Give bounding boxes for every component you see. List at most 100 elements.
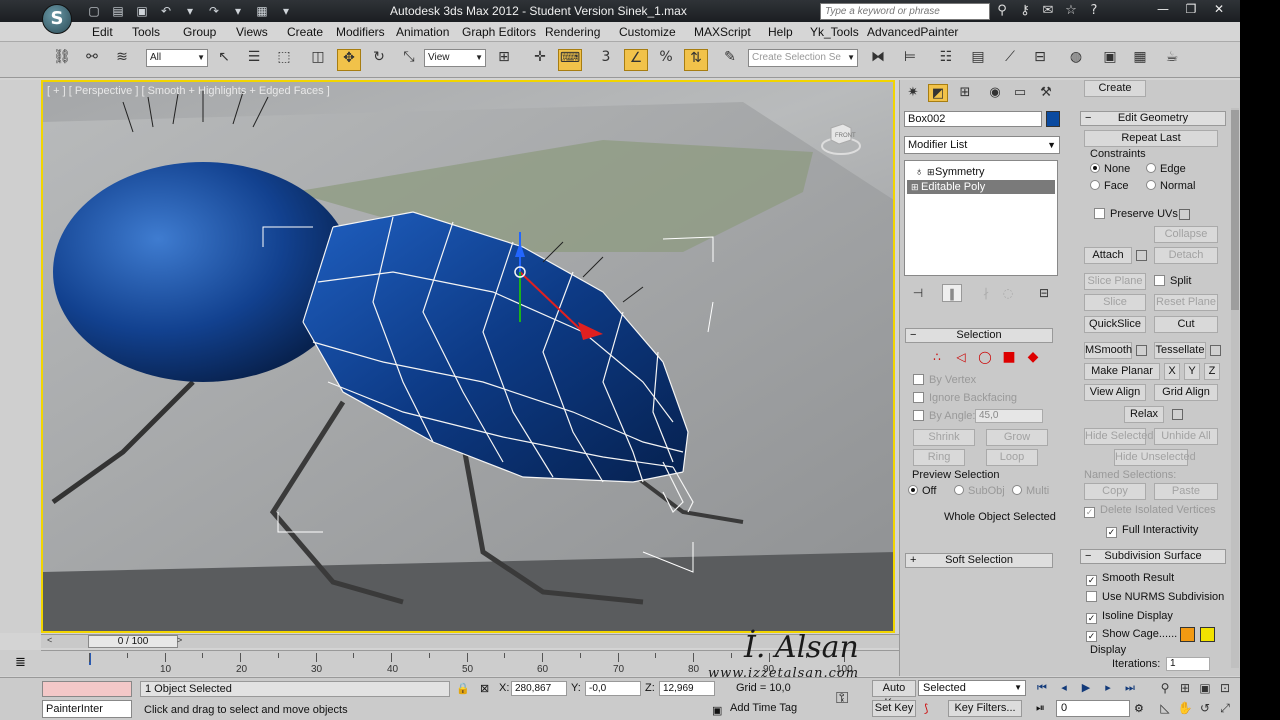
search-input[interactable]: Type a keyword or phrase <box>820 3 990 20</box>
msmooth-settings-icon[interactable] <box>1136 345 1147 356</box>
relax-settings-icon[interactable] <box>1172 409 1183 420</box>
orbit-icon[interactable]: ↺ <box>1196 699 1214 717</box>
next-frame-arrow-icon[interactable]: > <box>177 635 182 645</box>
shrink-button[interactable]: Shrink <box>913 429 975 446</box>
play-icon[interactable]: ▶ <box>1076 679 1096 696</box>
zoom-icon[interactable]: ⚲ <box>1156 679 1174 697</box>
percent-snap-icon[interactable]: % <box>654 49 678 71</box>
manipulate-icon[interactable]: ✛ <box>528 49 552 71</box>
curve-editor-icon[interactable]: ⟋ <box>998 49 1022 71</box>
redo-icon[interactable]: ↷ <box>204 3 224 19</box>
vertex-level-icon[interactable]: ∴ <box>928 349 946 365</box>
cut-button[interactable]: Cut <box>1154 316 1218 333</box>
preview-multi-radio[interactable]: Multi <box>1012 485 1049 498</box>
key-filters-button[interactable]: Key Filters... <box>948 700 1022 717</box>
view-align-button[interactable]: View Align <box>1084 384 1146 401</box>
collapse-button[interactable]: Collapse <box>1154 226 1218 243</box>
tessellate-button[interactable]: Tessellate <box>1154 342 1206 359</box>
zoom-extents-all-icon[interactable]: ⊡ <box>1216 679 1234 697</box>
attach-list-icon[interactable] <box>1136 250 1147 261</box>
menu-edit[interactable]: Edit <box>92 25 113 39</box>
split-checkbox[interactable]: Split <box>1154 275 1191 288</box>
mini-curve-editor-icon[interactable]: ≣ <box>0 650 41 676</box>
go-to-end-icon[interactable]: ⏭ <box>1120 679 1140 696</box>
menu-help[interactable]: Help <box>768 25 793 39</box>
go-to-start-icon[interactable]: ⏮ <box>1032 679 1052 696</box>
layer-manager-icon[interactable]: ☷ <box>934 49 958 71</box>
menu-create[interactable]: Create <box>287 25 323 39</box>
object-color-swatch[interactable] <box>1046 111 1060 127</box>
modify-tab-icon[interactable]: ◩ <box>928 84 948 102</box>
schematic-view-icon[interactable]: ⊟ <box>1028 49 1052 71</box>
grid-align-button[interactable]: Grid Align <box>1154 384 1218 401</box>
detach-button[interactable]: Detach <box>1154 247 1218 264</box>
menu-animation[interactable]: Animation <box>396 25 449 39</box>
create-tab-icon[interactable]: ✷ <box>903 84 923 102</box>
menu-graph-editors[interactable]: Graph Editors <box>462 25 536 39</box>
menu-views[interactable]: Views <box>236 25 268 39</box>
lightbulb-icon[interactable]: ♁ <box>915 165 923 179</box>
menu-tools[interactable]: Tools <box>132 25 160 39</box>
delete-isolated-checkbox[interactable]: ✓ Delete Isolated Vertices <box>1084 504 1216 518</box>
pin-stack-icon[interactable]: ⊣ <box>908 284 928 302</box>
reference-coordinate-select[interactable]: View ▼ <box>424 49 486 67</box>
keyboard-shortcut-override-icon[interactable]: ⌨ <box>558 49 582 71</box>
smooth-result-checkbox[interactable]: ✓ Smooth Result <box>1086 572 1174 586</box>
cage-color-swatch[interactable] <box>1180 627 1195 642</box>
y-coordinate-field[interactable]: -0,0 <box>585 681 641 696</box>
make-planar-z-button[interactable]: Z <box>1204 363 1220 380</box>
soft-selection-rollout-header[interactable]: + Soft Selection <box>905 553 1053 568</box>
lock-selection-icon[interactable]: 🔒 <box>456 682 470 695</box>
save-file-icon[interactable]: ▣ <box>132 3 152 19</box>
subscription-icon[interactable]: ⚷ <box>1015 2 1035 20</box>
zoom-all-icon[interactable]: ⊞ <box>1176 679 1194 697</box>
menu-advancedpainter[interactable]: AdvancedPainter <box>867 25 958 39</box>
preview-subobj-radio[interactable]: SubObj <box>954 485 1005 498</box>
display-tab-icon[interactable]: ▭ <box>1010 84 1030 102</box>
zoom-extents-icon[interactable]: ▣ <box>1196 679 1214 697</box>
window-crossing-icon[interactable]: ◫ <box>306 49 330 71</box>
border-level-icon[interactable]: ◯ <box>976 349 994 365</box>
select-by-name-icon[interactable]: ☰ <box>242 49 266 71</box>
edit-named-selection-icon[interactable]: ✎ <box>718 49 742 71</box>
configure-sets-icon[interactable]: ⊟ <box>1034 284 1054 302</box>
slice-plane-button[interactable]: Slice Plane <box>1084 273 1146 290</box>
time-slider-thumb[interactable]: 0 / 100 <box>88 635 178 648</box>
full-interactivity-checkbox[interactable]: ✓ Full Interactivity <box>1106 524 1198 538</box>
selection-filter-select[interactable]: All ▼ <box>146 49 208 67</box>
preserve-uvs-settings-icon[interactable] <box>1179 209 1190 220</box>
absolute-mode-icon[interactable]: ⊠ <box>480 682 489 695</box>
hierarchy-tab-icon[interactable]: ⊞ <box>955 84 975 102</box>
selection-rollout-header[interactable]: − Selection <box>905 328 1053 343</box>
angle-snap-icon[interactable]: ∠ <box>624 49 648 71</box>
link-icon[interactable]: ⛓ <box>50 49 74 71</box>
preserve-uvs-checkbox[interactable]: Preserve UVs <box>1094 208 1178 221</box>
quickslice-button[interactable]: QuickSlice <box>1084 316 1146 333</box>
render-production-icon[interactable]: ☕ <box>1160 49 1184 71</box>
by-vertex-checkbox[interactable]: By Vertex <box>913 374 976 387</box>
maxscript-listener-output[interactable] <box>42 681 132 697</box>
repeat-last-button[interactable]: Repeat Last <box>1084 130 1218 147</box>
subdivision-surface-rollout-header[interactable]: − Subdivision Surface <box>1080 549 1226 564</box>
msmooth-button[interactable]: MSmooth <box>1084 342 1132 359</box>
spinner-snap-icon[interactable]: ⇅ <box>684 49 708 71</box>
loop-button[interactable]: Loop <box>986 449 1038 466</box>
select-and-move-icon[interactable]: ✥ <box>337 49 361 71</box>
time-configuration-icon[interactable]: ⚙ <box>1134 702 1144 715</box>
create-button[interactable]: Create <box>1084 80 1146 97</box>
key-mode-icon[interactable]: ⟆ <box>924 702 928 715</box>
show-cage-checkbox[interactable]: ✓ Show Cage...... <box>1086 628 1177 642</box>
mirror-icon[interactable]: ⧓ <box>866 49 890 71</box>
undo-dropdown-icon[interactable]: ▾ <box>180 3 200 19</box>
reset-plane-button[interactable]: Reset Plane <box>1154 294 1218 311</box>
angle-spinner[interactable]: 45,0 <box>975 409 1043 423</box>
close-icon[interactable]: ✕ <box>1206 2 1232 18</box>
restore-icon[interactable]: ❐ <box>1178 2 1204 18</box>
qat-dropdown-icon[interactable]: ▾ <box>276 3 296 19</box>
menu-modifiers[interactable]: Modifiers <box>336 25 385 39</box>
polygon-level-icon[interactable]: ■ <box>1000 349 1018 365</box>
make-planar-x-button[interactable]: X <box>1164 363 1180 380</box>
constraint-none-radio[interactable]: None <box>1090 163 1130 176</box>
named-selection-sets-select[interactable]: Create Selection Se ▼ <box>748 49 858 67</box>
modifier-list-select[interactable]: Modifier List ▼ <box>904 136 1060 154</box>
